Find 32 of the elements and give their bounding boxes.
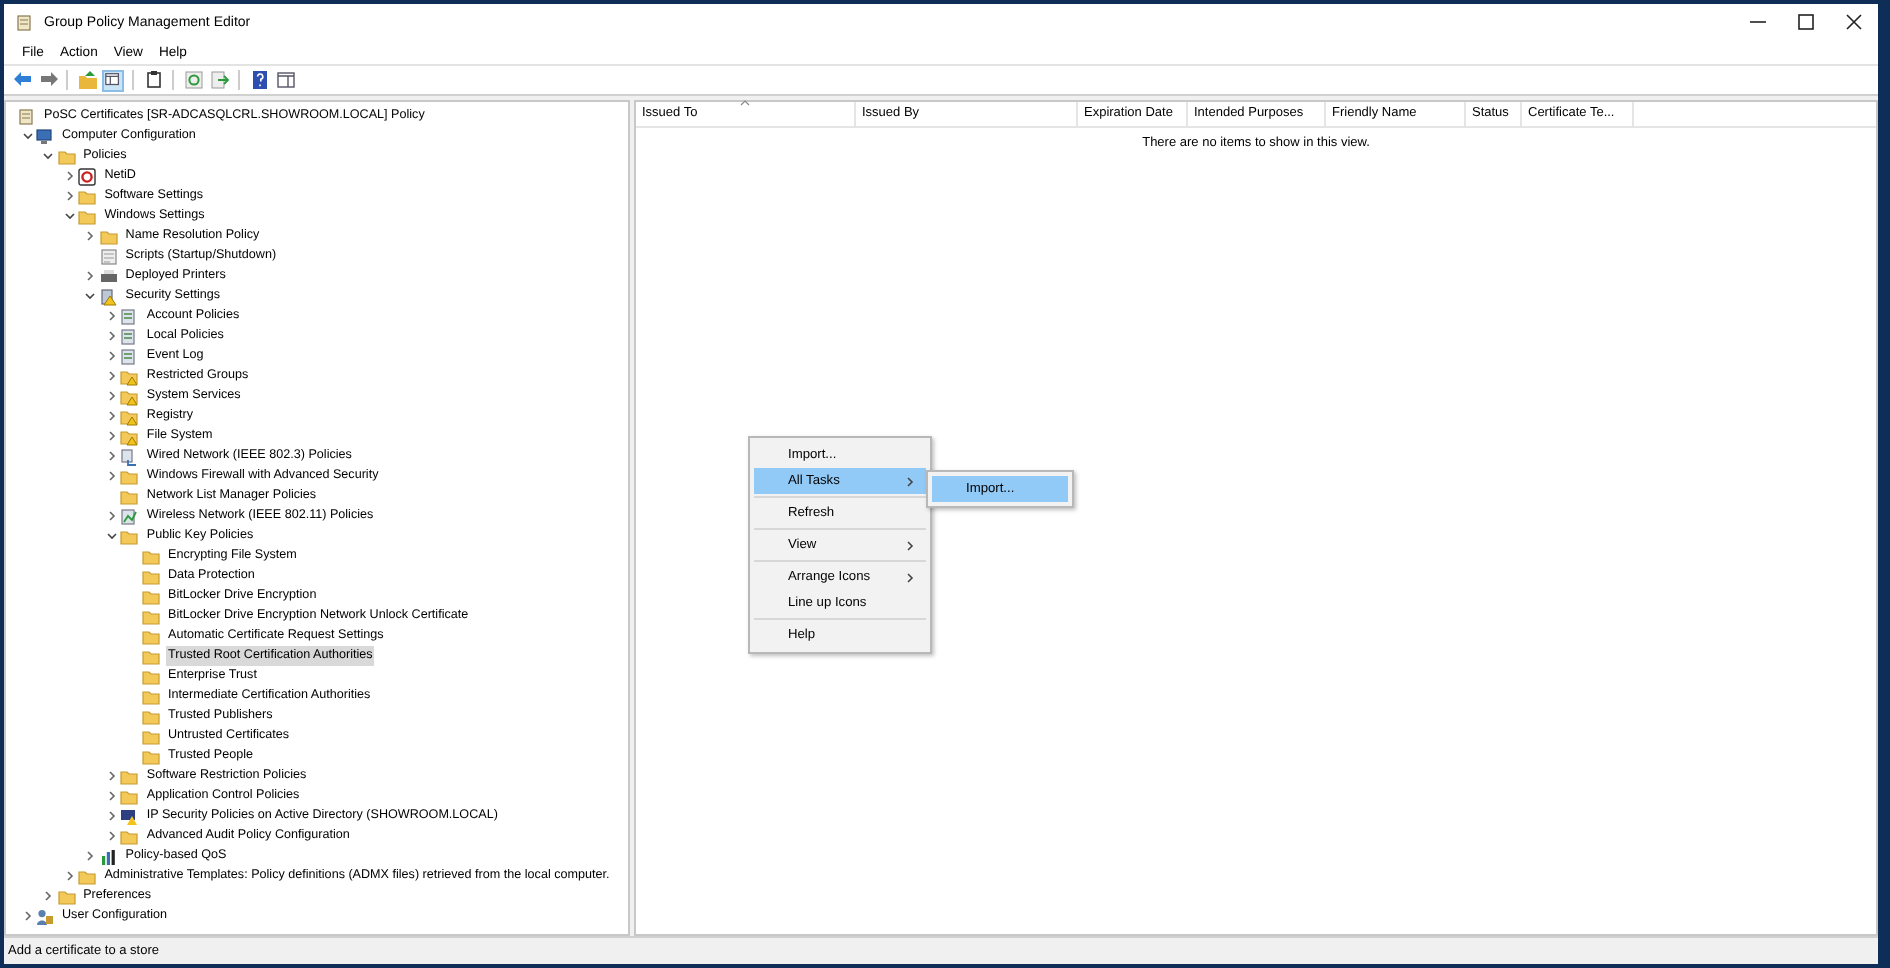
user-icon	[36, 907, 54, 925]
refresh-icon[interactable]	[183, 70, 203, 90]
computer-icon	[36, 127, 54, 145]
forward-arrow-icon[interactable]	[37, 70, 57, 90]
computer-icon	[120, 807, 139, 825]
panel-icon[interactable]	[275, 70, 295, 90]
folder-icon	[120, 427, 139, 445]
pane-icon[interactable]	[104, 70, 122, 90]
back-arrow-icon[interactable]	[11, 70, 31, 90]
folder-icon	[120, 367, 139, 385]
bar-icon	[99, 847, 118, 865]
help-icon[interactable]	[249, 70, 269, 90]
clipboard-icon[interactable]	[143, 70, 163, 90]
folder-icon	[57, 147, 76, 165]
circle-icon	[78, 167, 97, 185]
document-icon	[120, 307, 139, 325]
folder-icon	[120, 407, 139, 425]
maximize-icon[interactable]	[1798, 14, 1814, 30]
printer-icon	[99, 267, 118, 285]
folder-icon	[120, 387, 139, 405]
export-icon[interactable]	[209, 70, 229, 90]
scroll-icon	[16, 13, 34, 31]
wireless-icon	[120, 507, 139, 525]
folder-up-icon[interactable]	[77, 70, 97, 90]
network-icon	[120, 447, 139, 465]
close-icon[interactable]	[1846, 14, 1862, 30]
shield-icon	[99, 287, 118, 305]
scroll-icon	[18, 107, 36, 125]
document-icon	[120, 347, 139, 365]
script-icon	[99, 247, 118, 265]
folder-icon	[120, 827, 139, 845]
document-icon	[120, 327, 139, 345]
